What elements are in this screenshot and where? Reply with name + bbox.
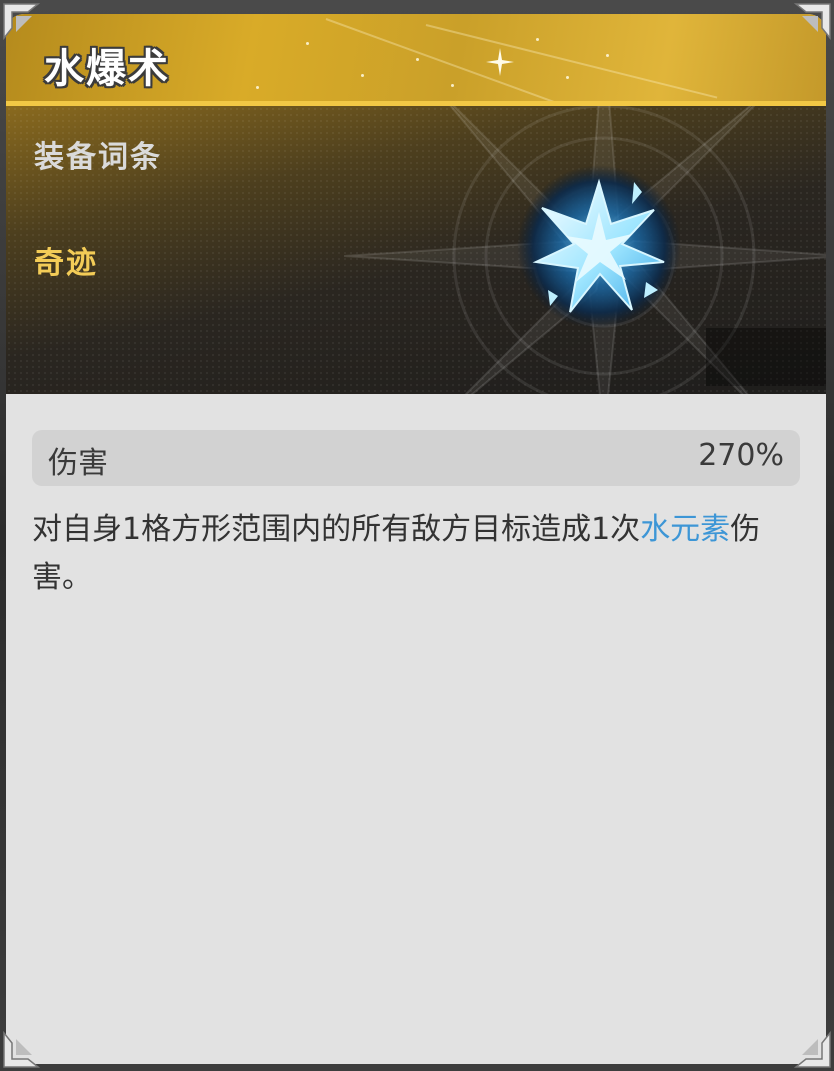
equip-category-label: 装备词条 (34, 140, 162, 175)
skill-description: 对自身1格方形范围内的所有敌方目标造成1次水元素伤害。 (32, 506, 792, 602)
sparkle-icon (486, 48, 514, 76)
skill-info-band: 装备词条 奇迹 (6, 106, 826, 394)
skill-header: 水爆术 (6, 14, 826, 106)
element-highlight: 水元素 (640, 512, 731, 547)
skill-title: 水爆术 (44, 46, 170, 92)
corner-ornament-bottom-right-icon (794, 1031, 831, 1068)
rarity-label: 奇迹 (34, 246, 98, 281)
description-prefix: 对自身1格方形范围内的所有敌方目标造成1次 (32, 512, 641, 547)
stat-value: 270% (698, 438, 784, 473)
corner-ornament-bottom-left-icon (3, 1031, 40, 1068)
damage-stat-row: 伤害 270% (32, 430, 800, 486)
skill-tooltip-card: 水爆术 装备词条 奇迹 伤害 270% 对自身1格方形范围内的所有敌方目标造成1… (6, 14, 826, 1064)
corner-ornament-top-right-icon (794, 3, 831, 40)
stat-label: 伤害 (48, 446, 108, 481)
ice-burst-icon (517, 165, 681, 329)
decorative-bar (706, 328, 826, 386)
corner-ornament-top-left-icon (3, 3, 40, 40)
